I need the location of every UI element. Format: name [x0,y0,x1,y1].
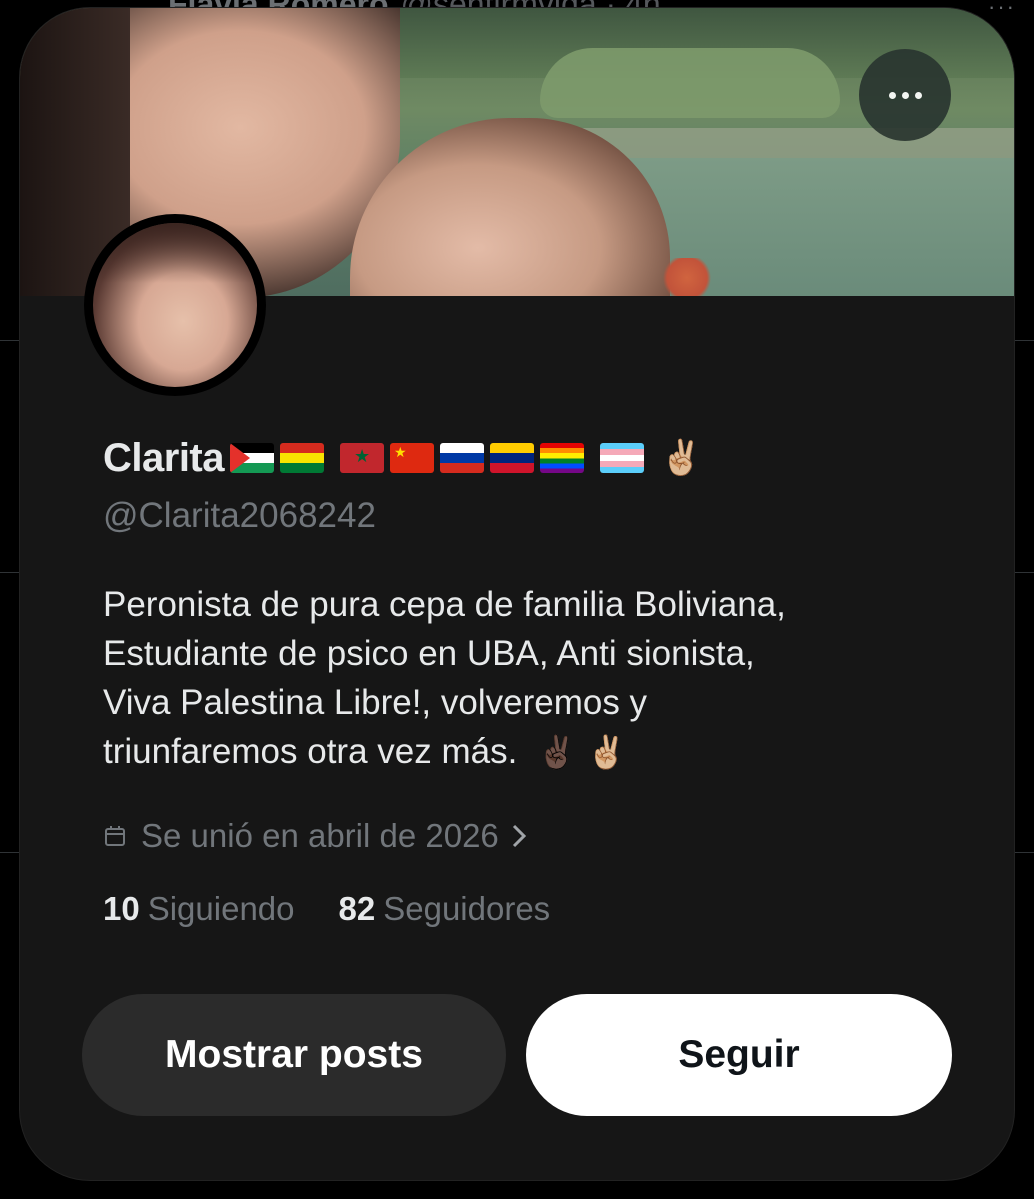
venezuela-flag-icon [490,443,534,473]
profile-hover-card: Clarita ✌🏼 @Clarita2068242 Peronista de … [20,8,1014,1180]
more-horizontal-icon [888,91,922,99]
bio-line: triunfaremos otra vez más. ✌🏿 ✌🏼 [103,727,943,777]
profile-bio: Peronista de pura cepa de familia Bolivi… [103,580,943,777]
followers-link[interactable]: 82 Seguidores [339,890,551,928]
following-link[interactable]: 10 Siguiendo [103,890,295,928]
russia-flag-icon [440,443,484,473]
palestine-flag-icon [230,443,274,473]
china-flag-icon [390,443,434,473]
morocco-flag-icon [340,443,384,473]
joined-date-text: Se unió en abril de 2026 [141,817,499,854]
display-name-row: Clarita ✌🏼 [103,428,702,488]
bolivia-flag-icon [280,443,324,473]
more-options-button[interactable] [859,49,951,141]
following-count: 10 [103,890,140,927]
followers-label: Seguidores [383,890,551,927]
follow-button[interactable]: Seguir [526,994,952,1116]
victory-hand-icon: ✌🏼 [660,439,703,477]
bio-line: Viva Palestina Libre!, volveremos y [103,683,648,722]
profile-stats: 10 Siguiendo 82 Seguidores [103,890,550,928]
avatar-image [93,223,257,387]
display-name: Clarita [103,435,225,480]
transgender-flag-icon [600,443,644,473]
followers-count: 82 [338,890,376,927]
profile-handle[interactable]: @Clarita2068242 [103,496,376,536]
bio-line: Peronista de pura cepa de familia Bolivi… [103,585,786,624]
victory-hand-dark-icon: ✌🏿 [537,734,577,770]
following-label: Siguiendo [147,890,295,927]
avatar[interactable] [84,214,266,396]
calendar-icon [103,824,127,848]
bio-line-text: triunfaremos otra vez más. [103,732,518,771]
chevron-right-icon [509,822,529,850]
joined-date-link[interactable]: Se unió en abril de 2026 [103,814,529,858]
show-posts-button[interactable]: Mostrar posts [82,994,506,1116]
victory-hand-light-icon: ✌🏼 [586,734,627,770]
bio-line: Estudiante de psico en UBA, Anti sionist… [103,634,755,673]
rainbow-flag-icon [540,443,584,473]
